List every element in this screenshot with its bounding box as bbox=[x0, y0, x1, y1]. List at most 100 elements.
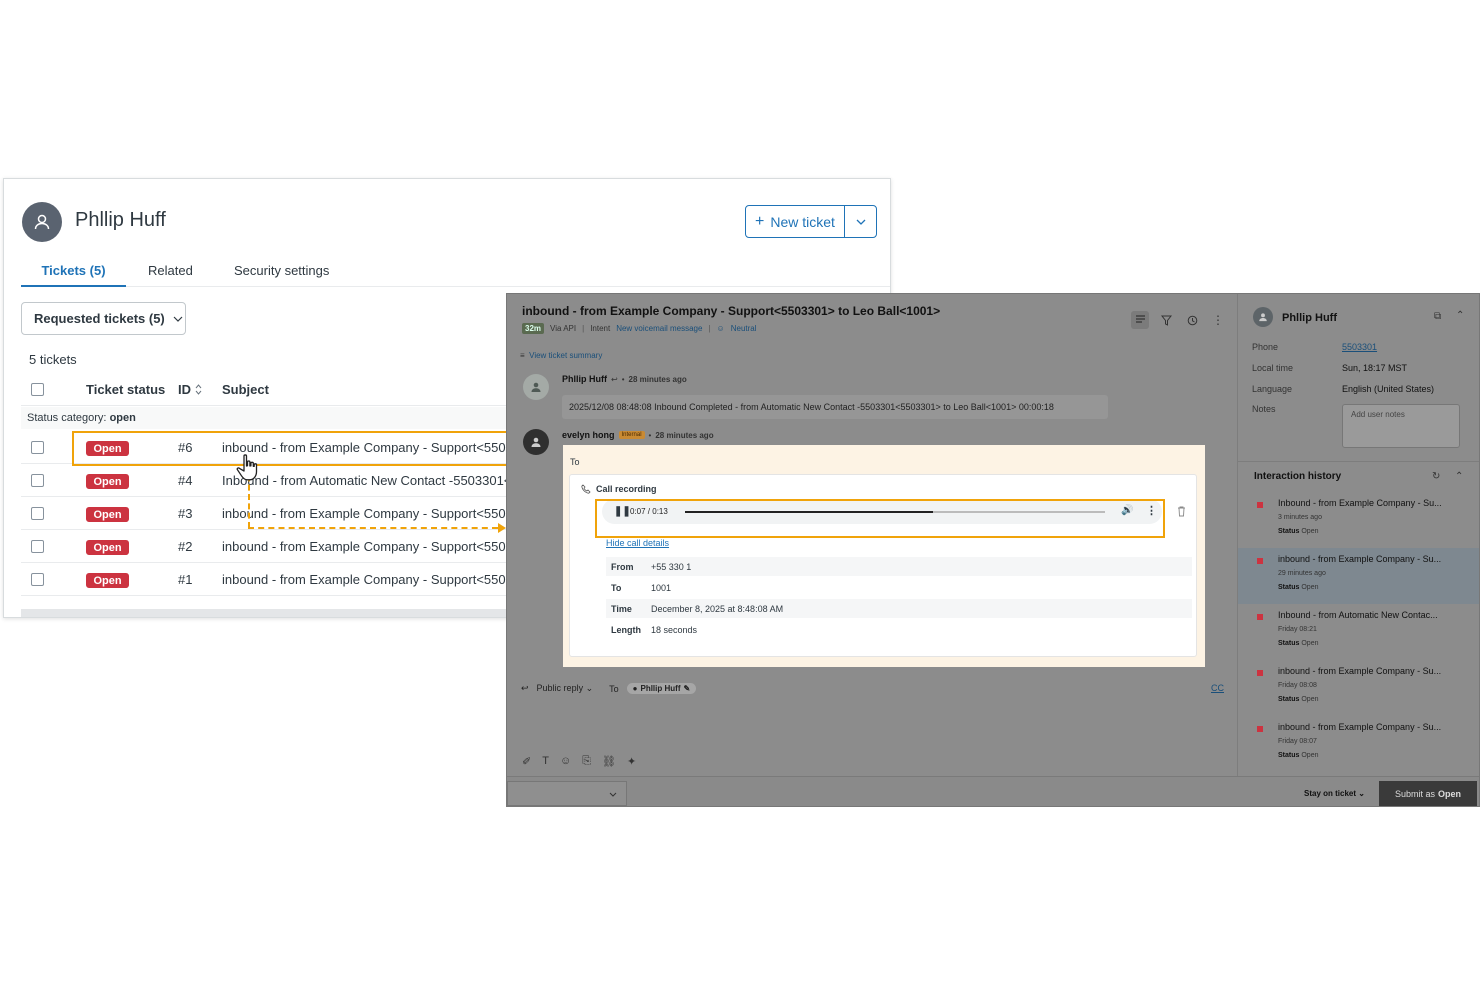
person-icon bbox=[34, 214, 50, 230]
tab-related[interactable]: Related bbox=[148, 263, 193, 287]
refresh-icon[interactable]: ↻ bbox=[1432, 471, 1440, 482]
view-ticket-summary-link[interactable]: ≡ View ticket summary bbox=[520, 351, 602, 360]
history-item-time: Friday 08:08 bbox=[1278, 682, 1317, 689]
hand-cursor-icon bbox=[236, 454, 258, 481]
emoji-icon[interactable]: ☺ bbox=[560, 755, 571, 768]
user-name: Phllip Huff bbox=[75, 209, 166, 231]
reply-mode-dropdown[interactable]: Public reply ⌄ bbox=[537, 683, 594, 694]
cc-link[interactable]: CC bbox=[1211, 683, 1224, 693]
phone-icon bbox=[581, 484, 591, 494]
detail-key: Length bbox=[611, 625, 641, 635]
history-item[interactable]: inbound - from Example Company - Su... 2… bbox=[1238, 548, 1479, 604]
submit-button[interactable]: Submit as Open bbox=[1379, 781, 1477, 806]
message-time: 28 minutes ago bbox=[655, 430, 714, 440]
history-item-status: Status Open bbox=[1278, 752, 1319, 759]
macro-dropdown[interactable] bbox=[507, 781, 627, 806]
sentiment-icon: ☺ bbox=[716, 324, 725, 333]
ticket-subject[interactable]: inbound - from Example Company - Support… bbox=[222, 506, 520, 521]
language-value: English (United States) bbox=[1342, 384, 1435, 394]
magic-wand-icon[interactable]: ✦ bbox=[627, 755, 636, 768]
user-avatar bbox=[22, 202, 62, 242]
history-item[interactable]: Inbound - from Automatic New Contac... F… bbox=[1238, 604, 1479, 660]
tab-tickets[interactable]: Tickets (5) bbox=[21, 263, 126, 287]
highlight-frame-row bbox=[72, 431, 512, 466]
more-options-icon[interactable]: ⋮ bbox=[1209, 311, 1227, 329]
plus-icon: + bbox=[755, 212, 765, 230]
new-ticket-label: New ticket bbox=[770, 213, 835, 230]
select-all-checkbox[interactable] bbox=[31, 383, 44, 396]
history-item[interactable]: inbound - from Example Company - Su... F… bbox=[1238, 716, 1479, 772]
row-checkbox[interactable] bbox=[31, 573, 44, 586]
local-time-value: Sun, 18:17 MST bbox=[1342, 363, 1408, 373]
reply-arrow-icon: ↩ bbox=[611, 374, 618, 384]
ticket-subject[interactable]: inbound - from Example Company - Support… bbox=[222, 539, 520, 554]
avatar bbox=[523, 374, 549, 400]
new-ticket-button[interactable]: + New ticket bbox=[745, 205, 877, 238]
link-icon[interactable]: ⛓ bbox=[602, 755, 616, 768]
history-item-title: inbound - from Example Company - Su... bbox=[1278, 666, 1442, 676]
trash-icon[interactable] bbox=[1177, 506, 1186, 517]
status-badge: Open bbox=[86, 540, 129, 555]
row-checkbox[interactable] bbox=[31, 474, 44, 487]
message-time: 28 minutes ago bbox=[628, 374, 687, 384]
detail-value: December 8, 2025 at 8:48:08 AM bbox=[651, 604, 784, 614]
ticket-id: #1 bbox=[178, 572, 193, 587]
recipient-name: Phllip Huff bbox=[640, 684, 681, 693]
chevron-down-icon bbox=[173, 316, 183, 322]
tab-security-settings[interactable]: Security settings bbox=[234, 263, 329, 287]
person-icon bbox=[1259, 313, 1267, 322]
history-item-status: Status Open bbox=[1278, 528, 1319, 535]
to-label: To bbox=[570, 457, 580, 467]
text-format-icon[interactable]: T bbox=[542, 755, 549, 768]
detail-key: Time bbox=[611, 604, 632, 614]
brush-icon[interactable]: ✐ bbox=[522, 755, 531, 768]
ticket-id: #2 bbox=[178, 539, 193, 554]
ticket-toolbar: ⋮ bbox=[1131, 311, 1227, 329]
via-label: Via API bbox=[550, 324, 577, 333]
new-ticket-main[interactable]: + New ticket bbox=[746, 206, 845, 237]
user-notes-field[interactable]: Add user notes bbox=[1342, 404, 1460, 448]
pencil-icon[interactable]: ✎ bbox=[683, 684, 690, 693]
ticket-subject[interactable]: Inbound - from Automatic New Contact -55… bbox=[222, 473, 519, 488]
history-icon[interactable] bbox=[1183, 311, 1201, 329]
ticket-status-icon bbox=[1257, 670, 1263, 676]
highlight-frame-audio bbox=[595, 499, 1165, 538]
call-recording-label: Call recording bbox=[596, 484, 657, 494]
history-item[interactable]: inbound - from Example Company - Su... F… bbox=[1238, 660, 1479, 716]
history-item[interactable]: Inbound - from Example Company - Su... 3… bbox=[1238, 492, 1479, 548]
conversation-view-icon[interactable] bbox=[1131, 311, 1149, 329]
phone-value[interactable]: 5503301 bbox=[1342, 342, 1377, 352]
filter-icon[interactable] bbox=[1157, 311, 1175, 329]
history-item-title: Inbound - from Example Company - Su... bbox=[1278, 498, 1442, 508]
local-time-label: Local time bbox=[1252, 363, 1294, 373]
sort-icon bbox=[195, 384, 202, 395]
recipient-chip[interactable]: ● Phllip Huff ✎ bbox=[626, 683, 697, 694]
history-item-time: Friday 08:07 bbox=[1278, 738, 1317, 745]
stay-on-ticket-dropdown[interactable]: Stay on ticket ⌄ bbox=[1304, 789, 1365, 798]
row-checkbox[interactable] bbox=[31, 507, 44, 520]
open-external-icon[interactable]: ⧉ bbox=[1434, 311, 1441, 322]
ticket-subject[interactable]: inbound - from Example Company - Support… bbox=[222, 572, 520, 587]
column-subject[interactable]: Subject bbox=[222, 382, 269, 397]
column-id[interactable]: ID bbox=[178, 382, 202, 397]
connector-line bbox=[248, 527, 498, 529]
status-badge: Open bbox=[86, 573, 129, 588]
internal-note: To Call recording ❚❚ 0:07 / 0:13 🔊 ⋮ Hid… bbox=[563, 445, 1205, 667]
sentiment-value: Neutral bbox=[730, 324, 757, 333]
attachment-icon[interactable]: ⎘ bbox=[582, 755, 591, 768]
reply-arrow-icon: ↩ bbox=[521, 683, 529, 693]
column-ticket-status[interactable]: Ticket status bbox=[86, 382, 165, 397]
interaction-history-title: Interaction history bbox=[1254, 471, 1342, 482]
ticket-status-icon bbox=[1257, 614, 1263, 620]
intent-value[interactable]: New voicemail message bbox=[616, 324, 702, 333]
row-checkbox[interactable] bbox=[31, 441, 44, 454]
message-body: 2025/12/08 08:48:08 Inbound Completed - … bbox=[562, 395, 1108, 419]
row-checkbox[interactable] bbox=[31, 540, 44, 553]
requested-tickets-dropdown[interactable]: Requested tickets (5) bbox=[21, 302, 186, 335]
collapse-icon[interactable]: ⌃ bbox=[1455, 471, 1463, 482]
history-item-status: Status Open bbox=[1278, 640, 1319, 647]
collapse-icon[interactable]: ⌃ bbox=[1456, 310, 1464, 321]
hide-call-details-link[interactable]: Hide call details bbox=[606, 538, 669, 548]
new-ticket-dropdown[interactable] bbox=[845, 206, 876, 237]
history-item-title: inbound - from Example Company - Su... bbox=[1278, 554, 1442, 564]
